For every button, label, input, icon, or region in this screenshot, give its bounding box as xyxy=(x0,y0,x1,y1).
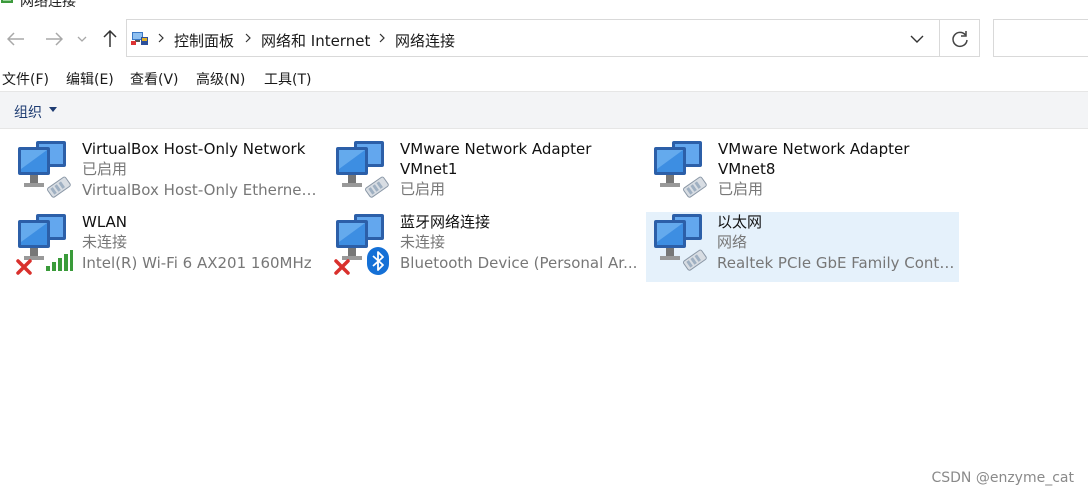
connection-item-vmnet8[interactable]: VMware Network Adapter VMnet8 已启用 xyxy=(648,139,960,209)
breadcrumb-separator-icon xyxy=(245,33,251,43)
network-adapter-icon xyxy=(336,141,389,198)
connection-name: 蓝牙网络连接 xyxy=(400,213,491,231)
up-button[interactable] xyxy=(98,26,122,52)
connection-device: Intel(R) Wi-Fi 6 AX201 160MHz xyxy=(82,254,312,272)
connection-text: VMware Network Adapter VMnet8 已启用 xyxy=(718,139,958,200)
connection-device: Bluetooth Device (Personal Ar... xyxy=(400,254,638,272)
menu-bar: 文件(F) 编辑(E) 查看(V) 高级(N) 工具(T) xyxy=(0,66,1088,90)
connection-text: 以太网 网络 Realtek PCIe GbE Family Contr... xyxy=(717,212,957,274)
menu-view[interactable]: 查看(V) xyxy=(130,69,179,89)
network-adapter-icon xyxy=(654,214,707,271)
network-folder-icon xyxy=(1,0,13,3)
search-input[interactable] xyxy=(993,19,1088,57)
connection-text: WLAN 未连接 Intel(R) Wi-Fi 6 AX201 160MHz xyxy=(82,212,322,274)
address-bar[interactable]: 控制面板 网络和 Internet 网络连接 xyxy=(126,19,980,57)
title-bar: 网络连接 xyxy=(0,0,1088,8)
breadcrumb-separator-icon xyxy=(158,33,164,43)
wifi-signal-icon xyxy=(46,250,73,271)
menu-advanced[interactable]: 高级(N) xyxy=(196,69,245,89)
breadcrumb-control-panel[interactable]: 控制面板 xyxy=(174,30,234,51)
refresh-icon[interactable] xyxy=(949,28,971,50)
connection-item-virtualbox[interactable]: VirtualBox Host-Only Network 已启用 Virtual… xyxy=(12,139,324,209)
navigation-row: 控制面板 网络和 Internet 网络连接 xyxy=(0,18,1088,60)
connection-text: 蓝牙网络连接 未连接 Bluetooth Device (Personal Ar… xyxy=(400,212,640,274)
connection-device: Realtek PCIe GbE Family Contr... xyxy=(717,254,957,272)
connection-device: VirtualBox Host-Only Ethernet ... xyxy=(82,181,322,199)
connection-item-ethernet[interactable]: 以太网 网络 Realtek PCIe GbE Family Contr... xyxy=(646,212,959,282)
breadcrumb-separator-icon xyxy=(379,33,385,43)
connection-status: 未连接 xyxy=(400,233,446,251)
connection-item-bluetooth[interactable]: 蓝牙网络连接 未连接 Bluetooth Device (Personal Ar… xyxy=(330,212,642,282)
back-arrow-icon xyxy=(7,32,24,46)
network-adapter-icon xyxy=(18,141,71,198)
red-x-icon xyxy=(16,259,32,275)
caret-down-icon[interactable] xyxy=(49,107,57,113)
menu-file[interactable]: 文件(F) xyxy=(2,69,49,89)
address-divider xyxy=(939,20,940,56)
chevron-down-icon xyxy=(77,36,87,42)
network-adapter-icon xyxy=(654,141,707,198)
connection-name: VMware Network Adapter VMnet8 xyxy=(718,140,910,178)
connection-status: 网络 xyxy=(717,233,748,251)
control-panel-icon xyxy=(131,32,148,45)
forward-button[interactable] xyxy=(42,26,66,52)
connection-item-wlan[interactable]: WLAN 未连接 Intel(R) Wi-Fi 6 AX201 160MHz xyxy=(12,212,324,282)
up-arrow-icon xyxy=(103,30,117,47)
red-x-icon xyxy=(334,259,350,275)
connection-name: VirtualBox Host-Only Network xyxy=(82,140,306,158)
recent-locations-button[interactable] xyxy=(74,26,90,52)
bluetooth-icon xyxy=(367,247,389,275)
organize-button[interactable]: 组织 xyxy=(14,102,42,122)
breadcrumb-network-internet[interactable]: 网络和 Internet xyxy=(261,30,370,51)
connection-item-vmnet1[interactable]: VMware Network Adapter VMnet1 已启用 xyxy=(330,139,642,209)
connection-status: 已启用 xyxy=(718,180,764,198)
window-title: 网络连接 xyxy=(20,0,76,8)
forward-arrow-icon xyxy=(46,32,63,46)
connection-name: 以太网 xyxy=(717,213,763,231)
command-bar: 组织 xyxy=(0,91,1088,129)
connection-name: WLAN xyxy=(82,213,128,231)
connection-status: 未连接 xyxy=(82,233,128,251)
connection-text: VirtualBox Host-Only Network 已启用 Virtual… xyxy=(82,139,322,201)
connection-status: 已启用 xyxy=(400,180,446,198)
menu-edit[interactable]: 编辑(E) xyxy=(66,69,114,89)
connection-status: 已启用 xyxy=(82,160,128,178)
watermark: CSDN @enzyme_cat xyxy=(931,470,1074,486)
connection-name: VMware Network Adapter VMnet1 xyxy=(400,140,592,178)
connection-text: VMware Network Adapter VMnet1 已启用 xyxy=(400,139,640,200)
address-dropdown-icon[interactable] xyxy=(907,30,927,48)
breadcrumb-network-connections[interactable]: 网络连接 xyxy=(395,30,455,51)
back-button[interactable] xyxy=(4,26,28,52)
menu-tools[interactable]: 工具(T) xyxy=(264,69,311,89)
